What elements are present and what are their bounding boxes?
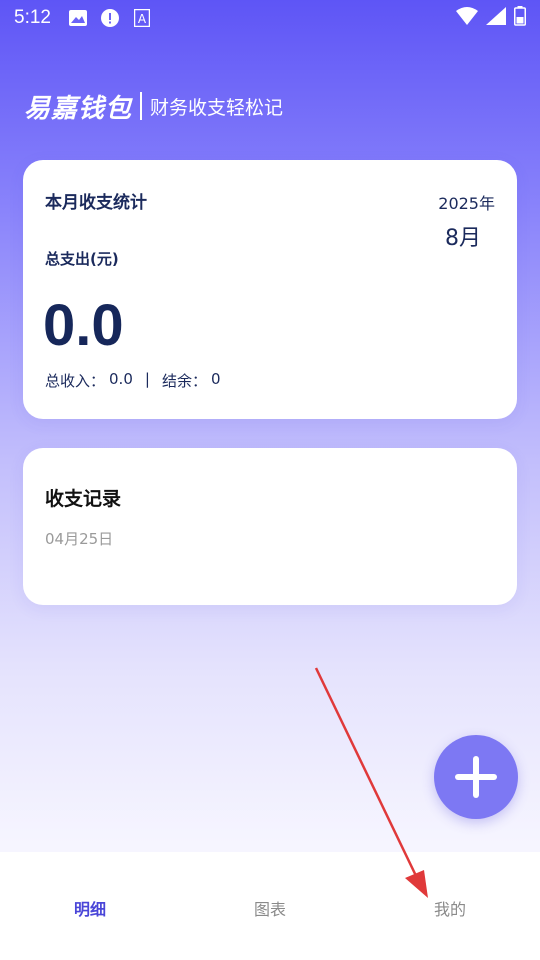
status-bar: 5:12 A [0,0,540,36]
add-record-button[interactable] [434,735,518,819]
monthly-stats-card: 本月收支统计 2025年 8月 总支出(元) 0.0 总收入： 0.0 | 结余… [23,160,517,419]
plus-icon [455,756,497,798]
status-right [456,6,526,30]
stats-title: 本月收支统计 [45,193,147,213]
nav-tab-details[interactable]: 明细 [0,852,180,960]
wifi-icon [456,7,478,29]
nav-tab-charts[interactable]: 图表 [180,852,360,960]
status-time: 5:12 [14,7,51,28]
font-icon: A [133,9,151,27]
signal-icon [486,7,506,29]
balance-label: 结余： [161,372,207,390]
balance-value: 0 [210,370,221,388]
income-value: 0.0 [109,370,133,388]
brand-logo: 易嘉钱包 [24,93,133,124]
alert-icon [100,9,119,27]
image-icon [68,9,87,27]
stats-month[interactable]: 8月 [445,220,481,252]
svg-text:A: A [138,12,147,26]
stats-summary: 总收入： 0.0 | 结余： 0 [45,370,221,391]
expense-label: 总支出(元) [45,250,119,268]
brand-header: 易嘉钱包 财务收支轻松记 [24,88,283,124]
brand-divider [140,92,143,120]
stats-year[interactable]: 2025年 [438,190,495,214]
expense-value: 0.0 [43,293,124,358]
summary-separator: | [144,370,150,388]
battery-icon [514,6,526,30]
records-title: 收支记录 [45,488,122,510]
brand-slogan: 财务收支轻松记 [150,96,284,119]
nav-tab-mine[interactable]: 我的 [360,852,540,960]
income-label: 总收入： [45,372,106,390]
bottom-nav: 明细 图表 我的 [0,852,540,960]
record-date: 04月25日 [45,530,114,548]
records-card[interactable]: 收支记录 04月25日 [23,448,517,605]
